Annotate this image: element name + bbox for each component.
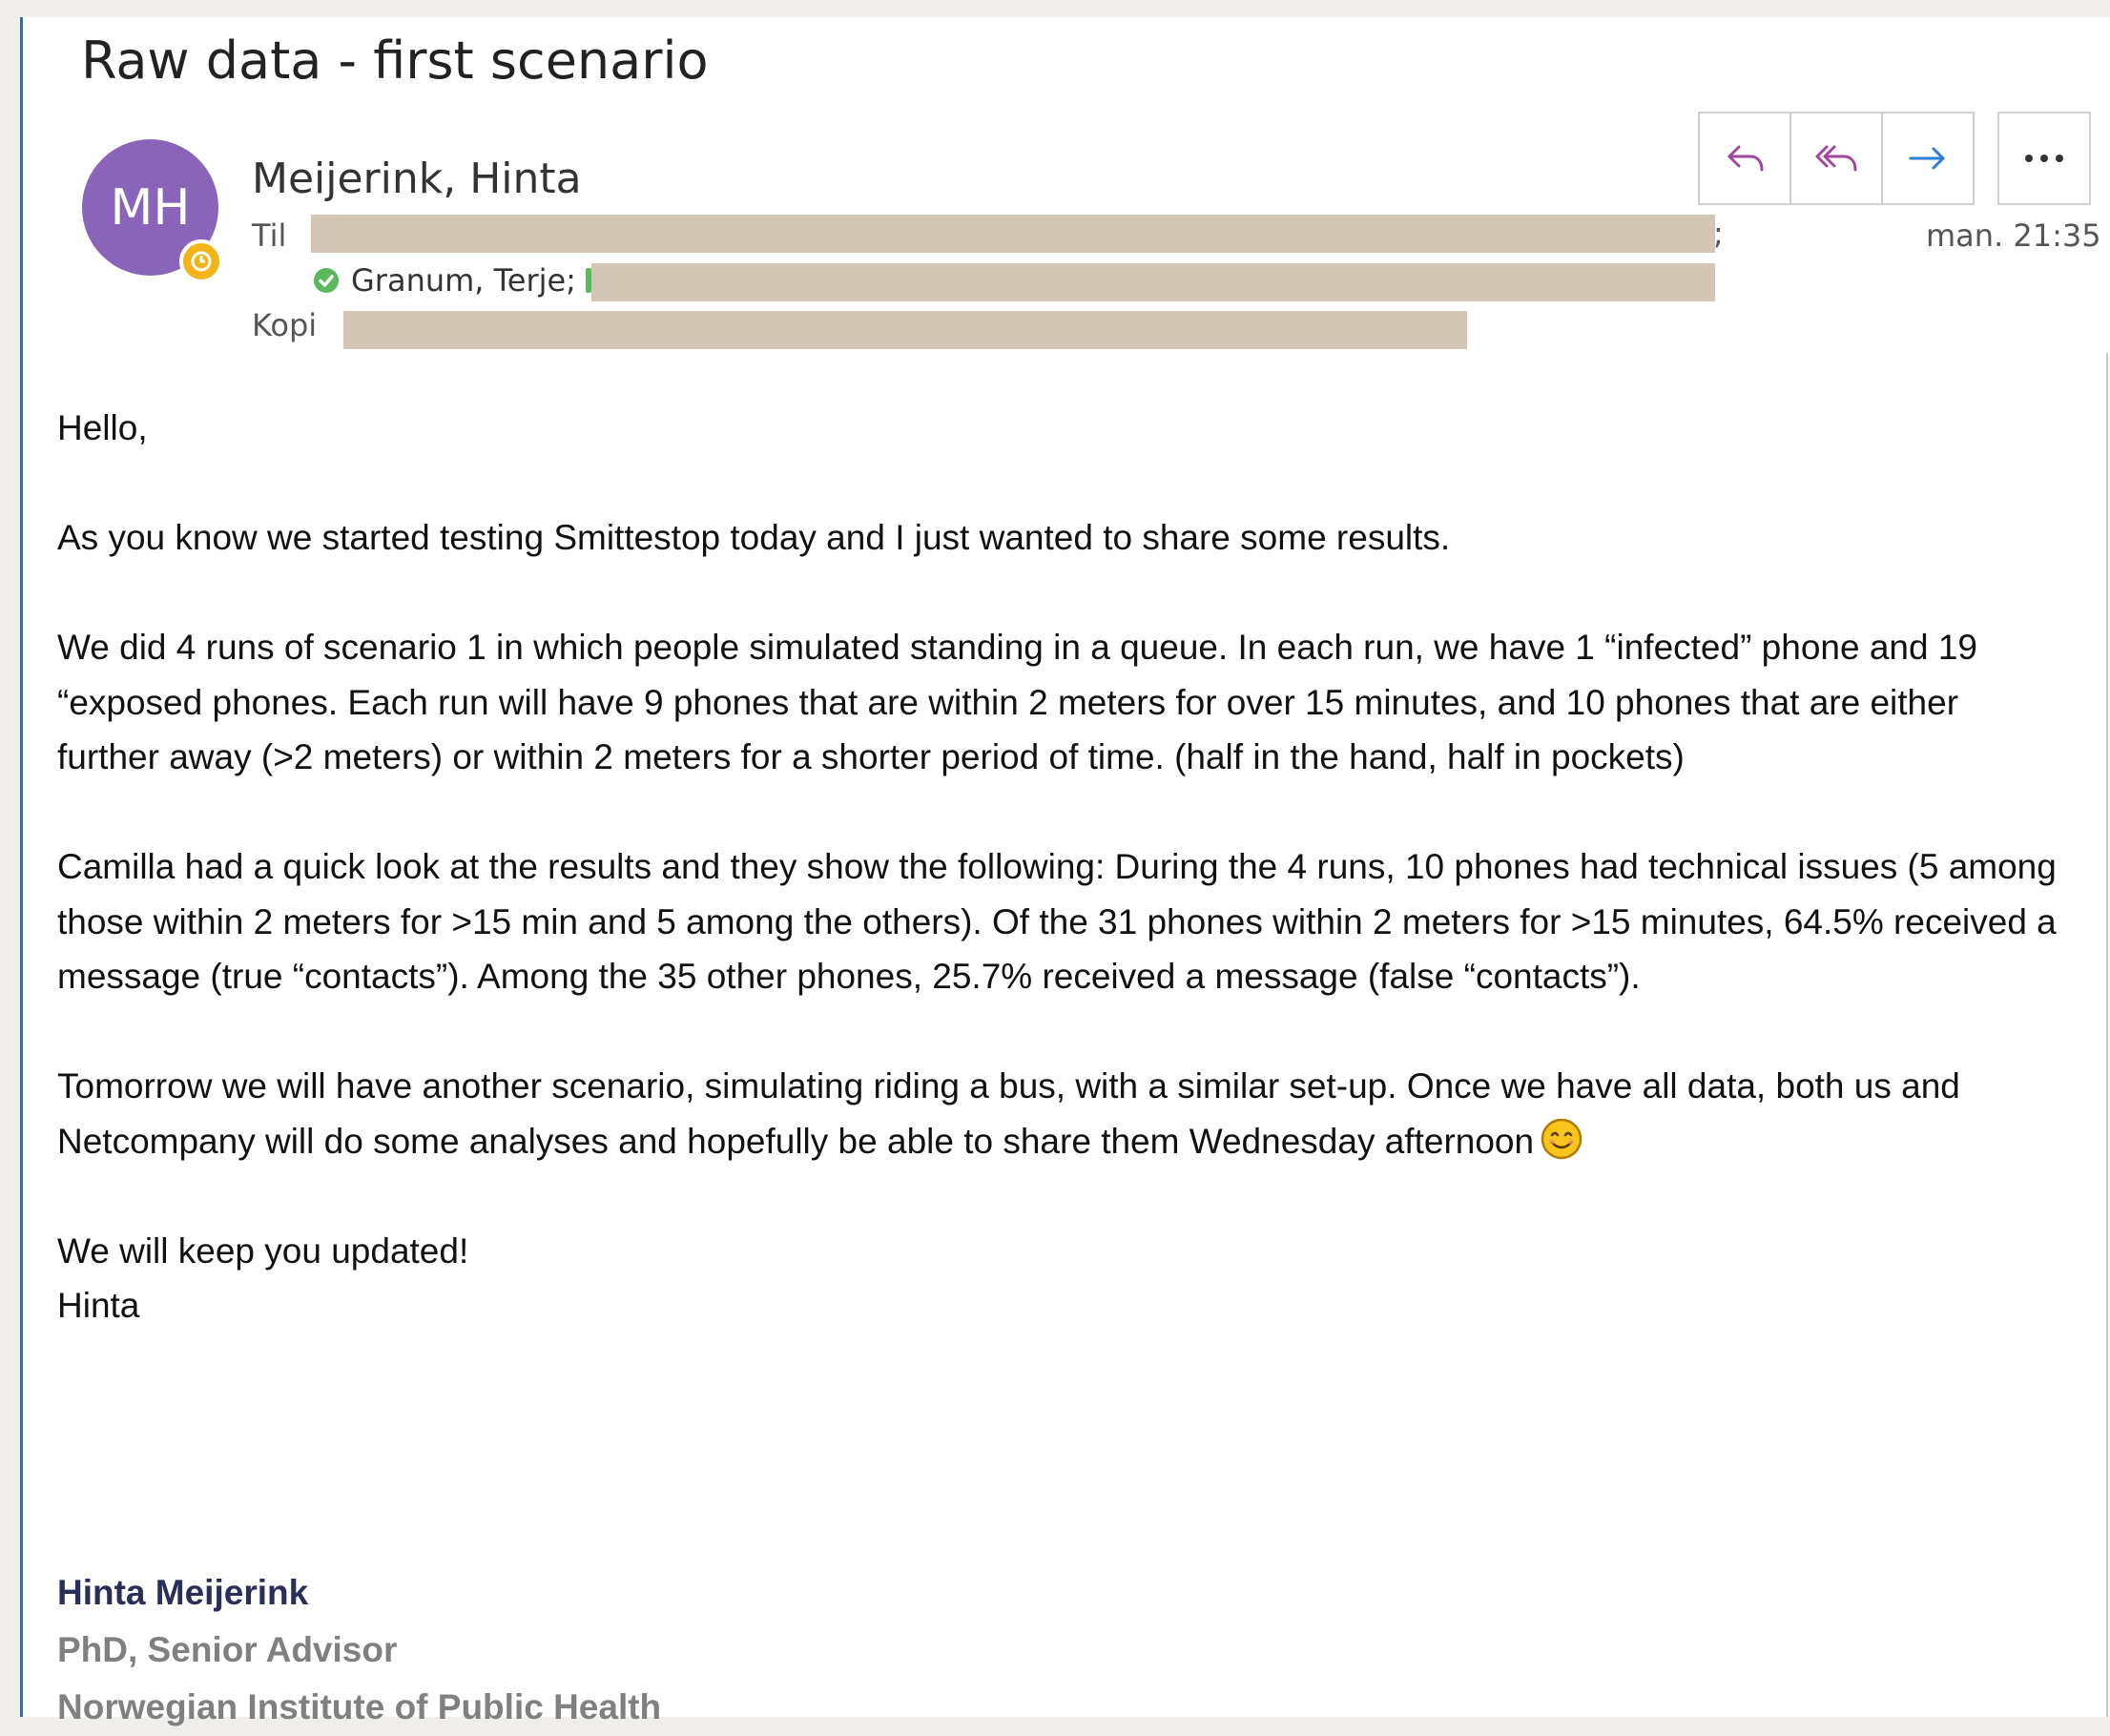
closing-line-2: Hinta — [57, 1286, 140, 1325]
email-subject: Raw data - first scenario — [81, 31, 709, 91]
sender-name[interactable]: Meijerink, Hinta — [252, 155, 582, 203]
forward-icon — [1909, 147, 1945, 170]
away-clock-icon — [179, 239, 223, 283]
redacted-recipients-2 — [591, 263, 1715, 301]
body-paragraph-4: Tomorrow we will have another scenario, … — [57, 1066, 1960, 1161]
reply-all-icon — [1815, 145, 1857, 172]
smiley-emoji-icon — [1541, 1118, 1582, 1159]
received-date: man. 21:35 — [1926, 217, 2101, 254]
reply-button[interactable] — [1700, 114, 1791, 203]
body-paragraph-1: As you know we started testing Smittesto… — [57, 518, 1451, 557]
recipient-separator: ; — [1713, 216, 1724, 252]
pane-scrollbar-edge[interactable] — [2106, 353, 2108, 1717]
signature-name: Hinta Meijerink — [57, 1573, 309, 1612]
redacted-recipients — [311, 215, 1715, 253]
forward-button[interactable] — [1883, 114, 1973, 203]
more-options-button[interactable] — [1997, 112, 2091, 205]
cc-label: Kopi — [252, 307, 318, 343]
email-signature: Hinta Meijerink PhD, Senior Advisor Norw… — [57, 1564, 661, 1736]
recipient-name[interactable]: Granum, Terje; — [351, 262, 576, 299]
body-paragraph-4-wrap: Tomorrow we will have another scenario, … — [57, 1059, 2070, 1168]
to-label: Til — [252, 217, 287, 254]
reply-all-button[interactable] — [1791, 114, 1883, 203]
email-body: Hello, As you know we started testing Sm… — [57, 401, 2070, 1333]
greeting: Hello, — [57, 408, 148, 447]
body-paragraph-3: Camilla had a quick look at the results … — [57, 847, 2057, 996]
signature-title: PhD, Senior Advisor — [57, 1630, 398, 1669]
redacted-cc — [343, 311, 1467, 349]
reply-icon — [1727, 145, 1764, 172]
closing-line-1: We will keep you updated! — [57, 1230, 469, 1271]
reply-actions-group — [1698, 112, 1975, 205]
pane-left-border — [20, 17, 23, 1717]
recipient-row: Granum, Terje; — [313, 262, 591, 299]
signature-organization: Norwegian Institute of Public Health — [57, 1687, 662, 1726]
body-paragraph-2: We did 4 runs of scenario 1 in which peo… — [57, 628, 1978, 776]
available-check-icon — [314, 268, 339, 293]
more-options-icon — [2025, 155, 2063, 162]
